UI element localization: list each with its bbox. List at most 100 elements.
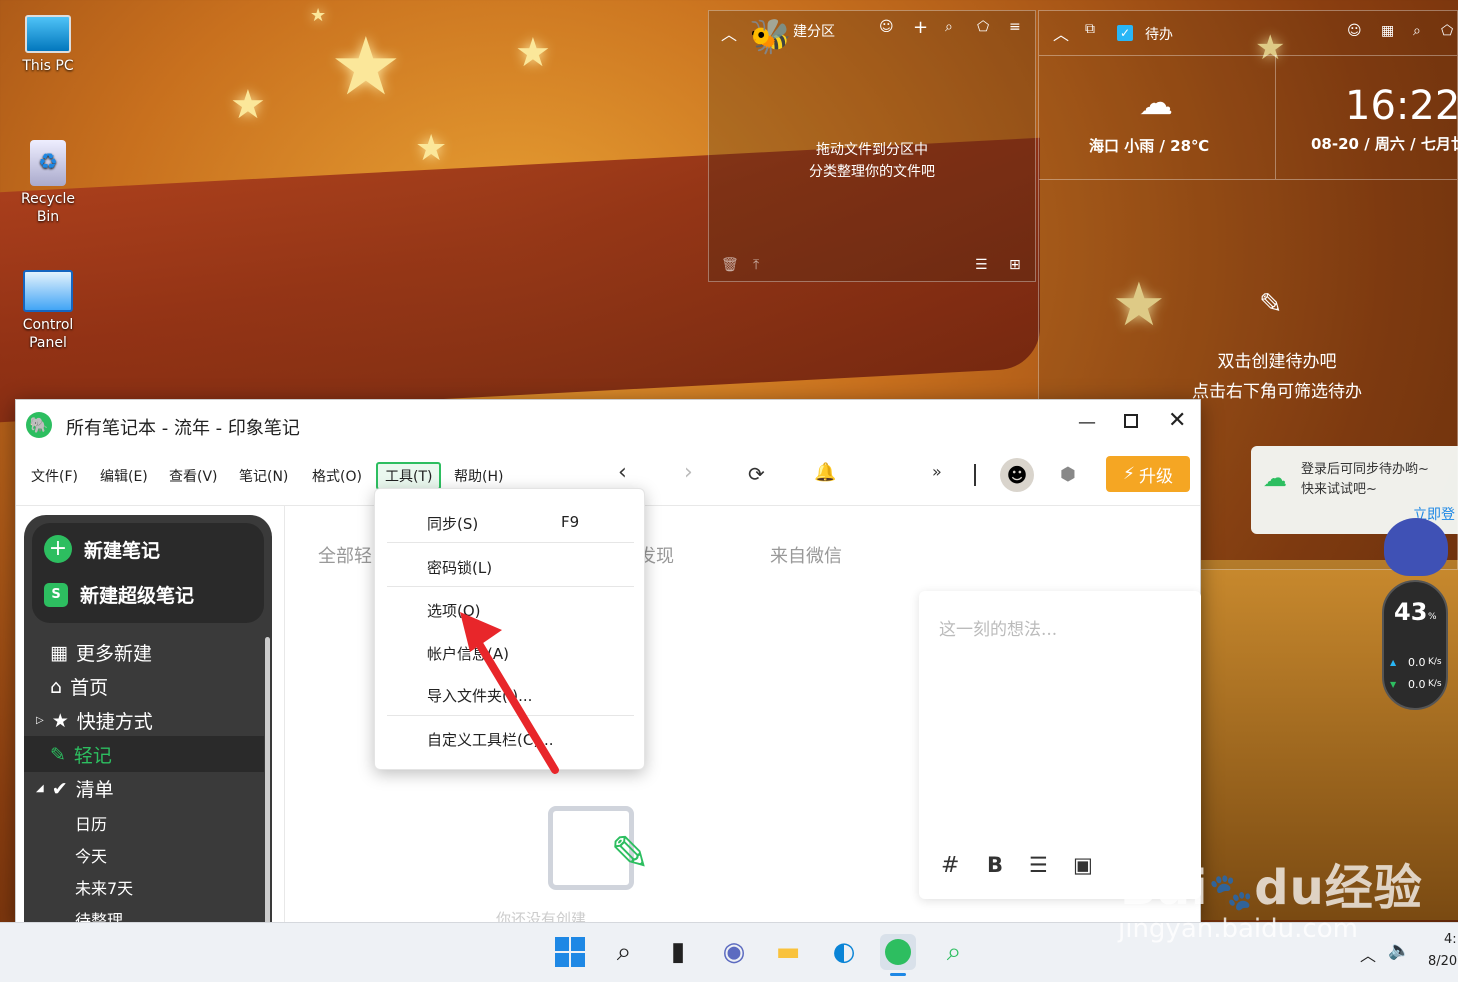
upload-unit: K/s xyxy=(1428,657,1442,667)
collapse-icon[interactable]: ︿ xyxy=(721,21,737,45)
search-icon[interactable]: ⌕ xyxy=(1413,23,1421,39)
edge-icon[interactable]: ◐ xyxy=(826,934,862,970)
menu-help[interactable]: 帮助(H) xyxy=(454,466,503,486)
trash-icon[interactable]: 🗑 xyxy=(721,257,739,273)
sidebar: + 新建笔记 S 新建超级笔记 ▦ 更多新建 ⌂ 首页 ▷ ★ 快捷方式 ✎ 轻记 ◢ ✔ 清… xyxy=(24,515,272,930)
forward-icon[interactable]: › xyxy=(684,460,693,485)
cube-icon[interactable]: ⬢ xyxy=(1060,464,1076,485)
sidebar-item-quick-note[interactable]: ✎ 轻记 xyxy=(50,741,112,768)
sidebar-item-home[interactable]: ⌂ 首页 xyxy=(50,673,108,700)
desktop-icon-control-panel[interactable]: Control Panel xyxy=(8,270,88,352)
back-icon[interactable]: ‹ xyxy=(618,460,627,485)
search-app-icon[interactable]: ⌕ xyxy=(936,934,972,970)
divider xyxy=(974,464,976,486)
bold-icon[interactable]: B xyxy=(987,853,1003,877)
minimize-button[interactable]: — xyxy=(1078,412,1096,433)
mascot-robot-icon xyxy=(1384,518,1448,576)
super-note-icon: S xyxy=(44,582,68,607)
taskbar-date[interactable]: 8/20 xyxy=(1428,954,1457,969)
image-icon[interactable]: ▣ xyxy=(1073,853,1093,877)
menu-edit[interactable]: 编辑(E) xyxy=(100,466,148,486)
taskbar-time[interactable]: 4: xyxy=(1444,932,1457,947)
sort-icon[interactable]: ☰ xyxy=(975,257,988,273)
collapse-icon: ◢ xyxy=(36,783,44,794)
menu-note[interactable]: 笔记(N) xyxy=(239,466,288,486)
window-icon[interactable]: ⧉ xyxy=(1085,21,1095,37)
window-title: 所有笔记本 - 流年 - 印象笔记 xyxy=(66,418,300,439)
search-icon[interactable]: ⌕ xyxy=(945,19,953,35)
sidebar-subitem-calendar[interactable]: 日历 xyxy=(75,811,107,835)
sidebar-subitem-next-7-days[interactable]: 未来7天 xyxy=(75,875,133,899)
sidebar-subitem-today[interactable]: 今天 xyxy=(75,843,107,867)
network-meter[interactable]: 43 % ▲ 0.0 K/s ▼ 0.0 K/s xyxy=(1382,580,1448,710)
rain-cloud-icon: ☁ xyxy=(1139,83,1173,123)
skin-icon[interactable]: ⬠ xyxy=(1441,23,1453,39)
list-icon[interactable]: ☰ xyxy=(1029,853,1048,877)
grid-icon: ▦ xyxy=(50,641,68,664)
pen-icon: ✎ xyxy=(610,826,651,882)
menu-view[interactable]: 查看(V) xyxy=(169,466,218,486)
annotation-arrow-icon xyxy=(460,612,559,774)
start-button[interactable] xyxy=(552,934,588,970)
star-icon: ★ xyxy=(310,5,327,26)
skin-icon[interactable]: ⬠ xyxy=(977,19,989,35)
tray-expand-icon[interactable]: ︿ xyxy=(1360,942,1376,966)
home-icon: ⌂ xyxy=(50,675,63,698)
tab-all-quick[interactable]: 全部轻 xyxy=(318,542,372,568)
user-icon[interactable]: ☺ xyxy=(879,19,894,35)
divider xyxy=(284,506,285,924)
desktop-icon-recycle-bin[interactable]: ♻ Recycle Bin xyxy=(8,140,88,226)
sidebar-item-shortcuts[interactable]: ▷ ★ 快捷方式 xyxy=(36,707,153,734)
more-icon[interactable]: » xyxy=(932,462,942,481)
desktop-icon-this-pc[interactable]: This PC xyxy=(8,15,88,75)
sidebar-item-checklist[interactable]: ◢ ✔ 清单 xyxy=(36,775,114,802)
check-icon: ✓ xyxy=(1117,25,1133,41)
tab-wechat[interactable]: 来自微信 xyxy=(770,542,842,568)
evernote-taskbar-icon[interactable] xyxy=(880,934,916,970)
desktop-icon-label: Recycle Bin xyxy=(21,191,75,225)
add-icon[interactable]: + xyxy=(913,17,928,38)
close-button[interactable]: ✕ xyxy=(1168,408,1186,433)
chat-icon[interactable]: ◉ xyxy=(716,934,752,970)
percent-unit: % xyxy=(1428,612,1437,622)
search-icon[interactable]: ⌕ xyxy=(606,934,642,970)
pin-top-icon[interactable]: ⤒ xyxy=(753,257,759,273)
hashtag-icon[interactable]: # xyxy=(941,853,959,878)
scrollbar[interactable] xyxy=(265,637,270,927)
sidebar-item-label: 首页 xyxy=(70,677,109,699)
file-explorer-icon[interactable]: ▬ xyxy=(770,934,806,970)
task-view-icon[interactable]: ▮ xyxy=(660,934,696,970)
new-super-note-button[interactable]: S 新建超级笔记 xyxy=(44,581,194,608)
new-super-note-label: 新建超级笔记 xyxy=(80,585,195,607)
sidebar-item-label: 清单 xyxy=(75,779,114,801)
cloud-sync-icon: ☁ xyxy=(1263,464,1287,492)
user-icon[interactable]: ☺ xyxy=(1347,23,1362,39)
watermark-text-1: Bai xyxy=(1120,860,1209,916)
menu-item-password-lock[interactable]: 密码锁(L) xyxy=(427,557,492,578)
star-icon: ★ xyxy=(230,82,266,128)
volume-icon[interactable]: 🔈 xyxy=(1388,940,1410,961)
bell-icon[interactable]: 🔔 xyxy=(814,462,836,483)
star-icon: ★ xyxy=(515,30,551,76)
monitor-icon xyxy=(25,15,71,53)
menu-icon[interactable]: ≡ xyxy=(1009,19,1021,35)
grid-icon[interactable]: ⊞ xyxy=(1009,257,1021,273)
partition-widget[interactable]: ︿ 🐝 建分区 ☺ + ⌕ ⬠ ≡ 拖动文件到分区中 分类整理你的文件吧 🗑 ⤒… xyxy=(708,10,1036,282)
download-speed: 0.0 xyxy=(1408,678,1426,691)
menu-item-sync-shortcut: F9 xyxy=(561,513,580,531)
menu-item-sync[interactable]: 同步(S) xyxy=(427,513,478,534)
maximize-button[interactable] xyxy=(1124,414,1138,428)
avatar[interactable]: ☻ xyxy=(1000,458,1034,492)
sidebar-item-more-new[interactable]: ▦ 更多新建 xyxy=(50,639,152,666)
star-icon: ★ xyxy=(51,709,69,732)
new-note-button[interactable]: + 新建笔记 xyxy=(44,535,160,563)
upgrade-button[interactable]: ⚡ 升级 xyxy=(1106,456,1190,492)
menu-file[interactable]: 文件(F) xyxy=(31,466,78,486)
sync-icon[interactable]: ⟳ xyxy=(748,462,765,486)
menu-format[interactable]: 格式(O) xyxy=(312,466,362,486)
menu-tools[interactable]: 工具(T) xyxy=(376,462,442,490)
evernote-logo-icon xyxy=(885,939,911,965)
login-popup-text-2: 快来试试吧~ xyxy=(1301,482,1377,497)
collapse-icon[interactable]: ︿ xyxy=(1053,21,1069,45)
calendar-icon[interactable]: ▦ xyxy=(1381,23,1394,39)
